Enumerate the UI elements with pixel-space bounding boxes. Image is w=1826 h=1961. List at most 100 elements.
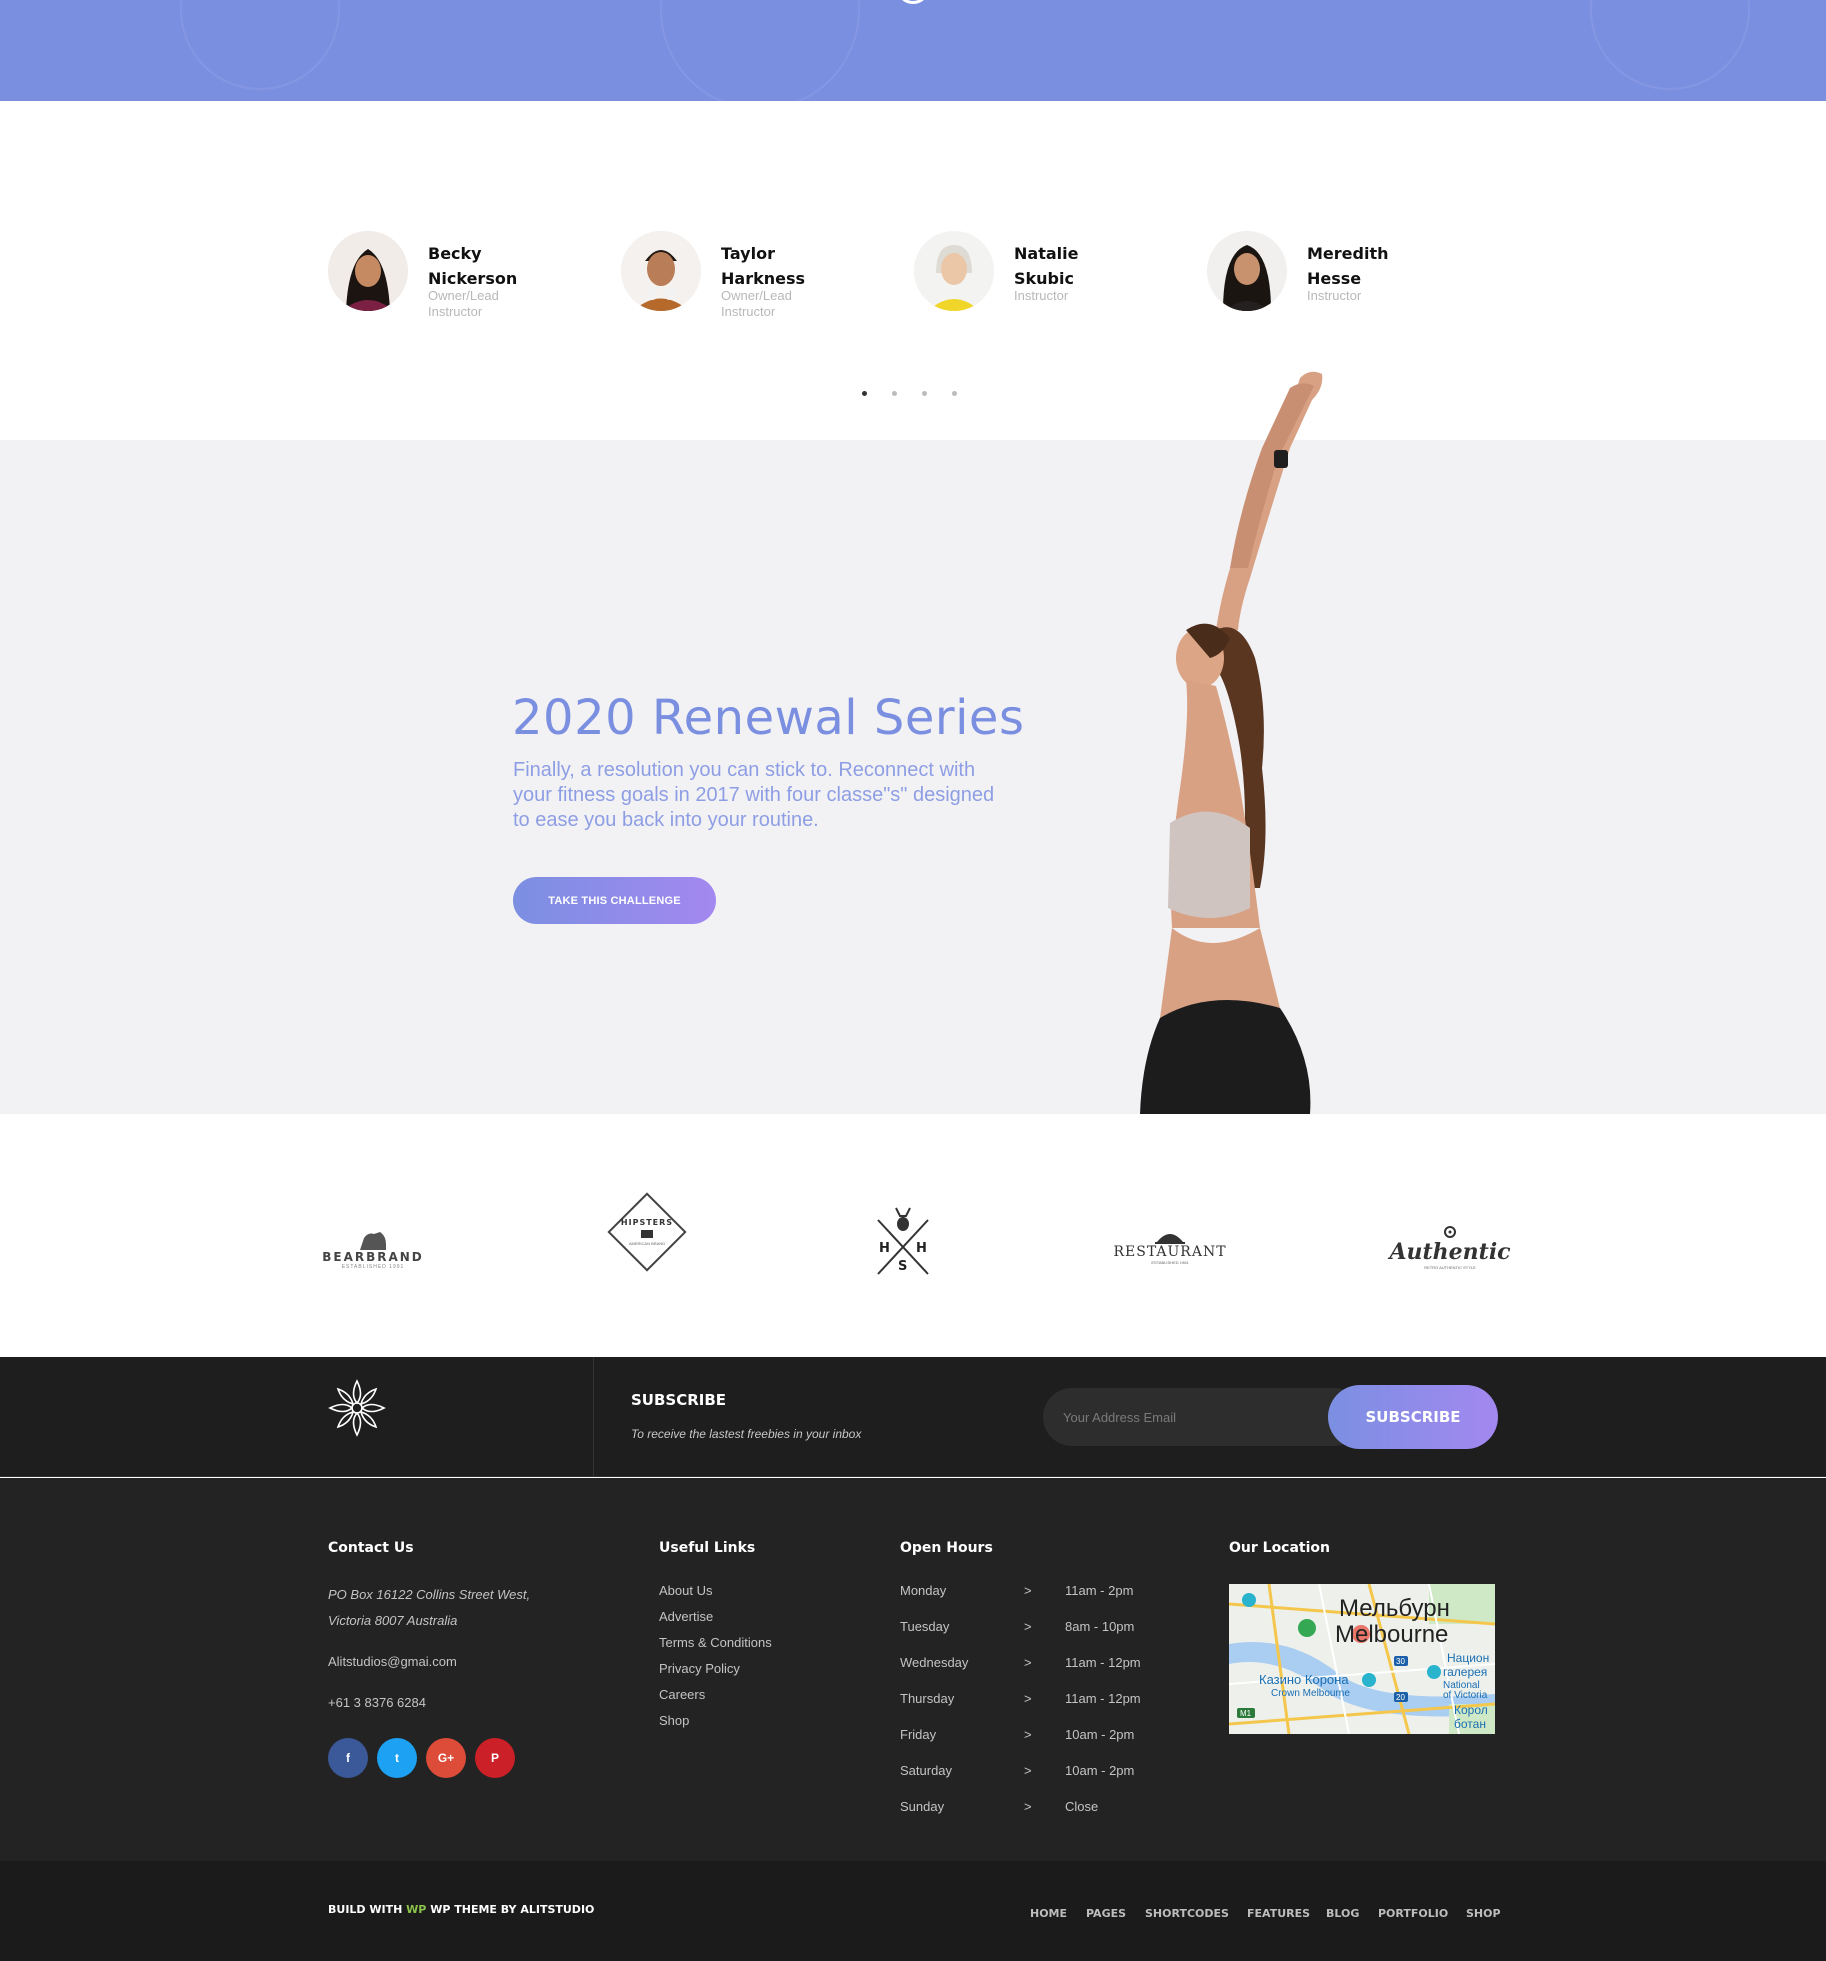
hours-row: Wednesday >11am - 12pm: [900, 1655, 1141, 1670]
google-plus-icon[interactable]: G+: [426, 1738, 466, 1778]
divider: [593, 1357, 594, 1477]
svg-text:Crown Melbourne: Crown Melbourne: [1271, 1688, 1350, 1699]
svg-text:H: H: [879, 1241, 890, 1256]
mandala-pattern: [180, 0, 340, 90]
svg-text:Melbourne: Melbourne: [1335, 1621, 1448, 1648]
instructor-name: Meredith Hesse: [1307, 244, 1389, 288]
brand-logos-section: BEARBRAND ESTABLISHED 1991 HIPSTERS AMER…: [0, 1114, 1826, 1357]
brand-name: HIPSTERS: [620, 1218, 674, 1227]
hours-row: Friday >10am - 2pm: [900, 1727, 1135, 1742]
mandala-pattern: [1590, 0, 1750, 90]
instructors-section: Becky Nickerson Owner/Lead Instructor Tayl…: [0, 101, 1826, 440]
mandala-pattern: [660, 0, 860, 101]
instructor-name: Becky Nickerson: [428, 244, 518, 288]
instructor-name: Taylor Harkness: [721, 244, 806, 288]
instructor-role: Instructor: [1014, 288, 1069, 303]
wheel-icon: [1444, 1225, 1456, 1238]
instructor-card[interactable]: Natalie Skubic Instructor: [914, 231, 1204, 331]
hero-text: Finally, a resolution you can stick to. …: [513, 759, 995, 831]
nav-features[interactable]: FEATURES: [1247, 1907, 1310, 1920]
svg-text:Мельбурн: Мельбурн: [1339, 1595, 1450, 1622]
brand-sub: RETRO AUTHENTIC STYLE: [1424, 1264, 1476, 1270]
credit-text: BUILD WITH WP WP THEME BY ALITSTUDIO: [328, 1903, 595, 1916]
map-graphic: Мельбурн Melbourne Казино Корона Crown M…: [1229, 1584, 1495, 1734]
svg-text:S: S: [898, 1259, 907, 1274]
hours-row: Saturday >10am - 2pm: [900, 1763, 1135, 1778]
facebook-icon[interactable]: f: [328, 1738, 368, 1778]
hours-row: Tuesday >8am - 10pm: [900, 1619, 1135, 1634]
avatar: [1207, 231, 1287, 311]
instructor-role: Owner/Lead Instructor: [721, 288, 792, 319]
brand-name: BEARBRAND: [322, 1250, 424, 1264]
hours-row: Sunday > Close: [900, 1799, 1099, 1814]
subscribe-button[interactable]: SUBSCRIBE: [1328, 1385, 1498, 1449]
subscribe-bar: SUBSCRIBE To receive the lastest freebie…: [0, 1357, 1826, 1477]
wp-icon: WP: [406, 1903, 427, 1916]
brand-name: Authentic: [1389, 1238, 1511, 1265]
contact-address: PO Box 16122 Collins Street West, Victori…: [328, 1587, 531, 1628]
crossed-arrows-deer-icon: H H S: [877, 1207, 929, 1275]
instructor-role: Instructor: [1307, 288, 1362, 303]
carousel-dot[interactable]: [862, 391, 867, 396]
footer-link-privacy[interactable]: Privacy Policy: [659, 1661, 740, 1676]
hours-row: Thursday >11am - 12pm: [900, 1691, 1141, 1706]
subscribe-description: To receive the lastest freebies in your …: [631, 1427, 862, 1441]
svg-text:галерея: галерея: [1443, 1665, 1487, 1679]
restaurant-logo[interactable]: RESTAURANT ESTABLISHED 1981: [1113, 1217, 1226, 1277]
hero-section: 2020 Renewal Series Finally, a resolutio…: [0, 440, 1826, 1114]
top-banner: [0, 0, 1826, 101]
carousel-dot[interactable]: [922, 391, 927, 396]
avatar: [621, 231, 701, 311]
nav-blog[interactable]: BLOG: [1326, 1907, 1359, 1920]
hours-row: Monday >11am - 2pm: [900, 1583, 1134, 1598]
svg-text:30: 30: [1396, 1657, 1405, 1666]
instructor-card[interactable]: Taylor Harkness Owner/Lead Instructor: [621, 231, 911, 331]
nav-portfolio[interactable]: PORTFOLIO: [1378, 1907, 1448, 1920]
carousel-dot[interactable]: [952, 391, 957, 396]
take-challenge-button[interactable]: TAKE THIS CHALLENGE: [513, 877, 716, 924]
svg-text:ботан: ботан: [1454, 1717, 1486, 1731]
instructor-card[interactable]: Meredith Hesse Instructor: [1207, 231, 1497, 331]
avatar: [914, 231, 994, 311]
hero-title: 2020 Renewal Series: [512, 690, 1025, 746]
footer-main: Contact Us PO Box 16122 Collins Street W…: [0, 1478, 1826, 1861]
lotus-logo-icon[interactable]: [326, 1377, 388, 1439]
instructor-name: Natalie Skubic: [1014, 244, 1079, 288]
bearbrand-logo[interactable]: BEARBRAND ESTABLISHED 1991: [322, 1220, 424, 1280]
twitter-icon[interactable]: t: [377, 1738, 417, 1778]
hhs-logo[interactable]: H H S: [870, 1202, 936, 1282]
contact-phone: +61 3 8376 6284: [328, 1695, 426, 1710]
brand-sub: AMERICAN BRAND: [628, 1241, 666, 1246]
footer-link-about[interactable]: About Us: [659, 1583, 712, 1598]
cloche-icon: [1155, 1233, 1185, 1244]
nav-shop[interactable]: SHOP: [1466, 1907, 1501, 1920]
footer-bottom: BUILD WITH WP WP THEME BY ALITSTUDIO HOM…: [0, 1861, 1826, 1961]
svg-text:of Victoria: of Victoria: [1443, 1690, 1488, 1701]
hipsters-logo[interactable]: HIPSTERS AMERICAN BRAND: [607, 1192, 687, 1272]
instructor-role: Owner/Lead Instructor: [428, 288, 499, 319]
footer-link-shop[interactable]: Shop: [659, 1713, 689, 1728]
footer-link-advertise[interactable]: Advertise: [659, 1609, 713, 1624]
footer-link-terms[interactable]: Terms & Conditions: [659, 1635, 772, 1650]
nav-pages[interactable]: PAGES: [1086, 1907, 1126, 1920]
brand-sub: ESTABLISHED 1981: [1151, 1259, 1189, 1265]
bear-icon: [360, 1232, 386, 1250]
email-input[interactable]: [1043, 1388, 1363, 1446]
avatar: [328, 231, 408, 311]
svg-text:H: H: [916, 1241, 927, 1256]
authentic-logo[interactable]: Authentic RETRO AUTHENTIC STYLE: [1389, 1212, 1511, 1282]
contact-email[interactable]: Alitstudios@gmai.com: [328, 1654, 457, 1669]
useful-links-title: Useful Links: [659, 1540, 756, 1556]
subscribe-title: SUBSCRIBE: [631, 1391, 727, 1409]
location-map[interactable]: Мельбурн Melbourne Казино Корона Crown M…: [1229, 1584, 1495, 1734]
yoga-woman-image: [1140, 371, 1323, 1114]
nav-shortcodes[interactable]: SHORTCODES: [1145, 1907, 1229, 1920]
open-hours-title: Open Hours: [900, 1540, 993, 1556]
svg-text:Казино Корона: Казино Корона: [1259, 1672, 1349, 1687]
svg-text:M1: M1: [1240, 1709, 1252, 1718]
footer-link-careers[interactable]: Careers: [659, 1687, 705, 1702]
nav-home[interactable]: HOME: [1030, 1907, 1067, 1920]
instructor-card[interactable]: Becky Nickerson Owner/Lead Instructor: [328, 231, 618, 331]
carousel-dot[interactable]: [892, 391, 897, 396]
pinterest-icon[interactable]: P: [475, 1738, 515, 1778]
